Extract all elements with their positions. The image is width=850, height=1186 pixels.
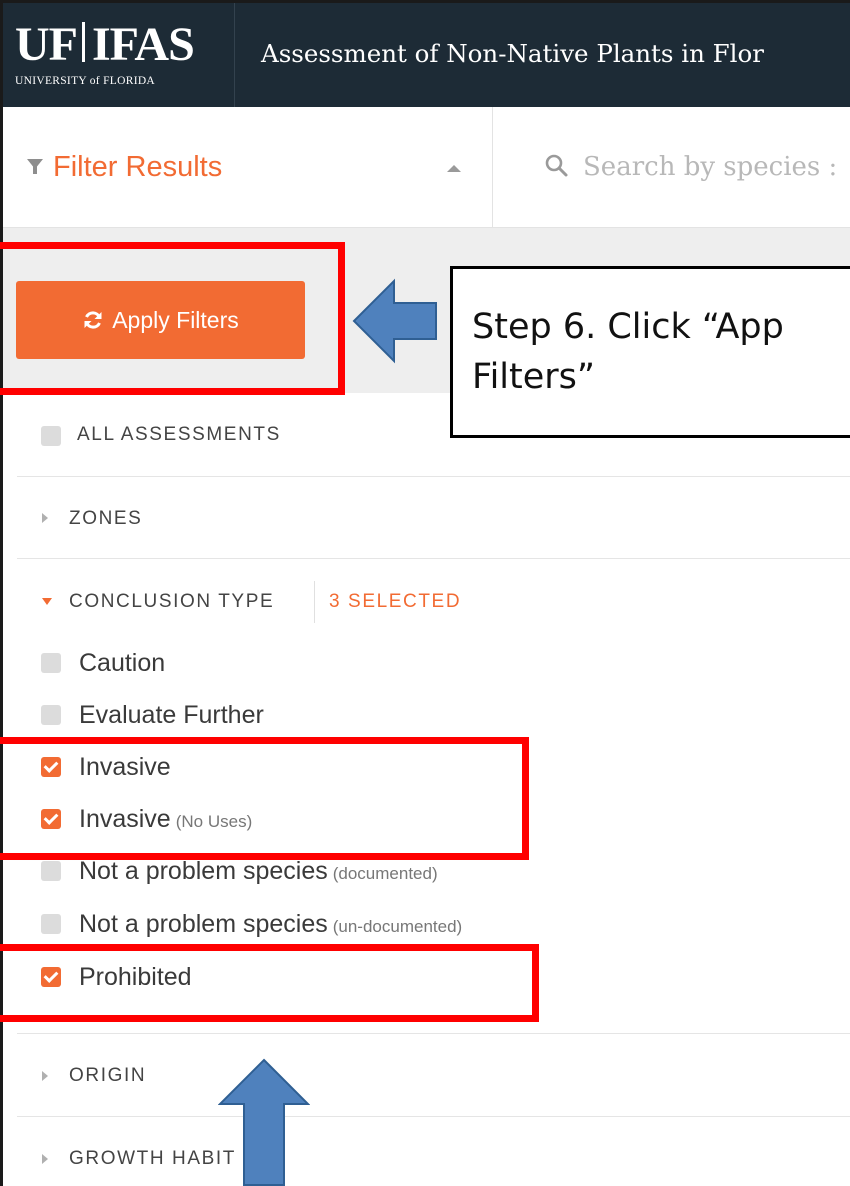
zones-section-header[interactable]: ZONES <box>17 477 850 559</box>
caret-down-icon <box>42 598 52 605</box>
option-note: (un-documented) <box>332 917 463 936</box>
option-label: Evaluate Further <box>79 701 264 729</box>
left-arrow-icon <box>352 278 437 364</box>
invasive-options-highlight <box>0 737 529 860</box>
selected-count-badge: 3 SELECTED <box>329 591 462 612</box>
logo-subtitle: UNIVERSITY of FLORIDA <box>15 75 156 87</box>
option-label: Not a problem species (un-documented) <box>79 910 463 938</box>
checkbox[interactable] <box>41 653 61 673</box>
prohibited-option-highlight <box>0 944 539 1022</box>
origin-section-header[interactable]: ORIGIN <box>17 1034 850 1117</box>
checkbox[interactable] <box>41 861 61 881</box>
checkbox[interactable] <box>41 914 61 934</box>
checkbox[interactable] <box>41 705 61 725</box>
apply-button-highlight <box>0 242 345 395</box>
all-assessments-label: ALL ASSESSMENTS <box>77 424 281 445</box>
instruction-callout: Step 6. Click “App Filters” <box>450 266 850 438</box>
app-title: Assessment of Non-Native Plants in Flor <box>261 39 764 68</box>
option-label: Not a problem species (documented) <box>79 857 438 885</box>
funnel-icon-stem <box>33 165 37 174</box>
filter-search-bar: Filter Results <box>3 107 850 228</box>
logo-wordmark: UF IFAS <box>15 18 195 71</box>
filter-results-title: Filter Results <box>53 151 223 183</box>
option-note: (documented) <box>332 864 438 883</box>
uf-ifas-logo[interactable]: UF IFAS UNIVERSITY of FLORIDA <box>3 3 235 107</box>
caret-right-icon <box>42 513 48 523</box>
option-label: Caution <box>79 649 166 677</box>
origin-label: ORIGIN <box>69 1065 147 1086</box>
growth-habit-section-header[interactable]: GROWTH HABIT <box>17 1117 850 1186</box>
caret-right-icon <box>42 1154 48 1164</box>
instruction-text: Step 6. Click “App Filters” <box>472 307 784 397</box>
caret-up-icon[interactable] <box>447 165 461 172</box>
search-icon <box>545 154 568 177</box>
caret-right-icon <box>42 1071 48 1081</box>
species-search-input[interactable] <box>583 145 850 189</box>
up-arrow-icon <box>218 1058 310 1186</box>
all-assessments-checkbox[interactable] <box>41 426 61 446</box>
section-divider <box>314 581 315 623</box>
zones-label: ZONES <box>69 508 143 529</box>
filter-results-toggle[interactable]: Filter Results <box>3 107 493 228</box>
top-navigation-bar: UF IFAS UNIVERSITY of FLORIDA Assessment … <box>3 3 850 107</box>
conclusion-type-label[interactable]: CONCLUSION TYPE <box>69 591 274 613</box>
growth-habit-label: GROWTH HABIT <box>69 1148 236 1169</box>
